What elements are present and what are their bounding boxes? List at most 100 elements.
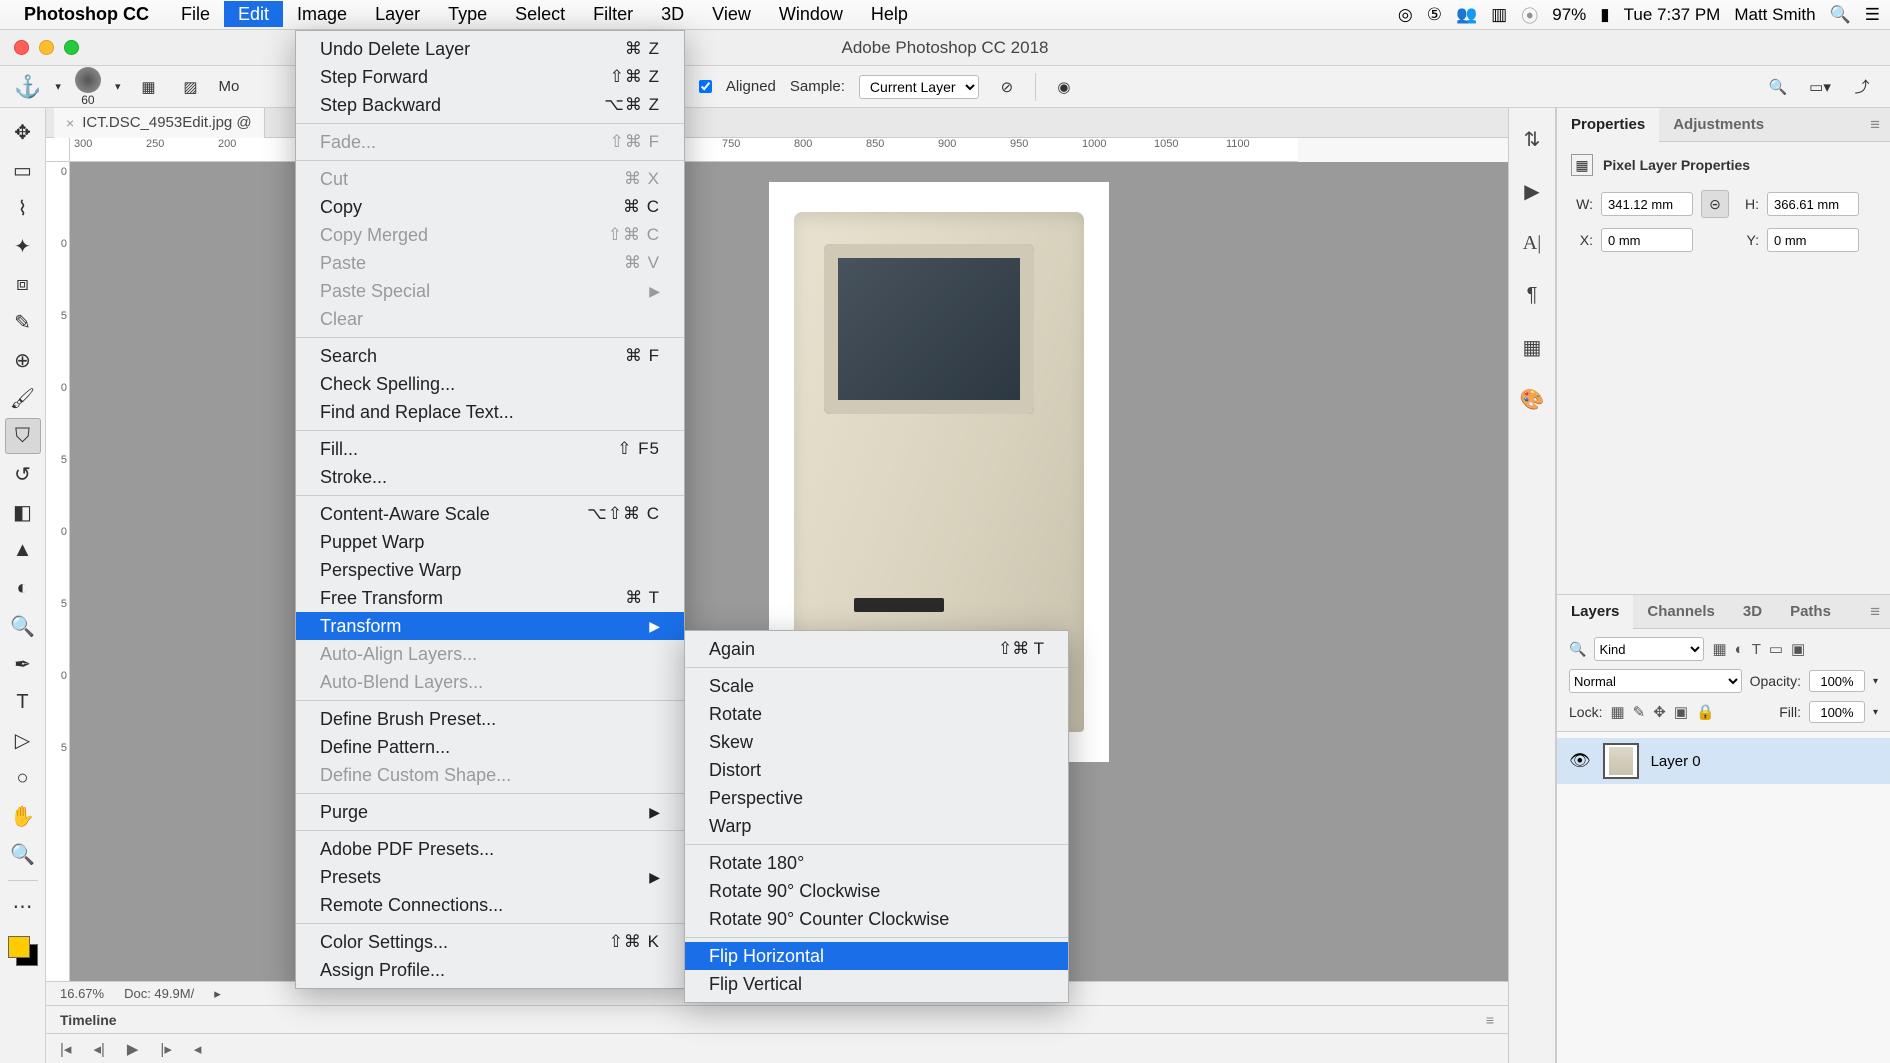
pen-tool[interactable]: ✒ — [5, 646, 41, 682]
filter-pixel-icon[interactable]: ▦ — [1712, 640, 1726, 658]
brush-settings-icon[interactable]: ▨ — [176, 73, 204, 101]
hand-tool[interactable]: ✋ — [5, 798, 41, 834]
sample-select[interactable]: Current Layer — [859, 75, 979, 99]
filter-adjust-icon[interactable]: ◐ — [1735, 641, 1744, 658]
edit-toolbar-icon[interactable]: ⋯ — [5, 888, 41, 924]
menu-view[interactable]: View — [698, 1, 765, 27]
x-input[interactable] — [1601, 228, 1693, 252]
close-tab-icon[interactable]: × — [66, 115, 74, 131]
menuitem-remote-connections-[interactable]: Remote Connections... — [296, 891, 684, 919]
clock[interactable]: Tue 7:37 PM — [1624, 5, 1721, 25]
creative-cloud-icon[interactable]: ◎ — [1398, 5, 1413, 25]
search-icon[interactable]: 🔍 — [1764, 73, 1792, 101]
brush-panel-icon[interactable]: ▦ — [134, 73, 162, 101]
healing-tool[interactable]: ⊕ — [5, 342, 41, 378]
menu-3d[interactable]: 3D — [647, 1, 698, 27]
menu-edit[interactable]: Edit — [224, 1, 283, 27]
menuitem-puppet-warp[interactable]: Puppet Warp — [296, 528, 684, 556]
clone-stamp-tool[interactable]: ⛉ — [5, 418, 41, 454]
menuitem-rotate[interactable]: Rotate — [685, 700, 1068, 728]
history-panel-icon[interactable]: ⇅ — [1519, 126, 1545, 152]
binoculars-icon[interactable]: 👥 — [1456, 5, 1477, 25]
link-wh-icon[interactable]: ⊝ — [1701, 190, 1729, 218]
last-frame-icon[interactable]: ◂ — [194, 1040, 202, 1058]
menu-image[interactable]: Image — [283, 1, 361, 27]
menuitem-transform[interactable]: Transform▶ — [296, 612, 684, 640]
actions-panel-icon[interactable]: ▶ — [1519, 178, 1545, 204]
user-name[interactable]: Matt Smith — [1734, 5, 1815, 25]
menuitem-rotate-90-counter-clockwise[interactable]: Rotate 90° Counter Clockwise — [685, 905, 1068, 933]
menuitem-purge[interactable]: Purge▶ — [296, 798, 684, 826]
menuitem-perspective[interactable]: Perspective — [685, 784, 1068, 812]
character-panel-icon[interactable]: A| — [1519, 230, 1545, 256]
menuitem-rotate-90-clockwise[interactable]: Rotate 90° Clockwise — [685, 877, 1068, 905]
menuitem-content-aware-scale[interactable]: Content-Aware Scale⌥⇧⌘ C — [296, 500, 684, 528]
share-icon[interactable]: ⤴ — [1848, 73, 1876, 101]
width-input[interactable] — [1601, 192, 1693, 216]
menuitem-flip-horizontal[interactable]: Flip Horizontal — [685, 942, 1068, 970]
menuitem-warp[interactable]: Warp — [685, 812, 1068, 840]
play-icon[interactable]: ▶ — [127, 1040, 139, 1058]
zoom-tool[interactable]: 🔍 — [5, 836, 41, 872]
lasso-tool[interactable]: ⌇ — [5, 190, 41, 226]
menuitem-color-settings-[interactable]: Color Settings...⇧⌘ K — [296, 928, 684, 956]
menuitem-check-spelling-[interactable]: Check Spelling... — [296, 370, 684, 398]
prev-frame-icon[interactable]: ◂| — [93, 1040, 104, 1058]
color-panel-icon[interactable]: 🎨 — [1519, 386, 1545, 412]
app-name[interactable]: Photoshop CC — [24, 4, 149, 25]
history-brush-tool[interactable]: ↺ — [5, 456, 41, 492]
layer-name[interactable]: Layer 0 — [1651, 753, 1701, 770]
menu-type[interactable]: Type — [434, 1, 501, 27]
opacity-input[interactable] — [1809, 670, 1865, 692]
lock-pixels-icon[interactable]: ✎ — [1633, 703, 1646, 721]
panel-menu-icon[interactable]: ≡ — [1860, 602, 1890, 622]
visibility-icon[interactable]: 👁 — [1569, 751, 1591, 771]
eyedropper-tool[interactable]: ✎ — [5, 304, 41, 340]
menuitem-again[interactable]: Again⇧⌘ T — [685, 635, 1068, 663]
menu-layer[interactable]: Layer — [361, 1, 434, 27]
height-input[interactable] — [1767, 192, 1859, 216]
menuitem-distort[interactable]: Distort — [685, 756, 1068, 784]
marquee-tool[interactable]: ▭ — [5, 152, 41, 188]
ignore-adjustment-icon[interactable]: ⊘ — [993, 73, 1021, 101]
menuitem-stroke-[interactable]: Stroke... — [296, 463, 684, 491]
menuitem-rotate-180-[interactable]: Rotate 180° — [685, 849, 1068, 877]
crop-tool[interactable]: ⧈ — [5, 266, 41, 302]
lock-all-icon[interactable]: 🔒 — [1696, 703, 1715, 721]
type-tool[interactable]: T — [5, 684, 41, 720]
brush-preview[interactable] — [75, 67, 101, 93]
menuitem-define-brush-preset-[interactable]: Define Brush Preset... — [296, 705, 684, 733]
menu-file[interactable]: File — [167, 1, 224, 27]
tab-channels[interactable]: Channels — [1633, 595, 1729, 629]
tab-paths[interactable]: Paths — [1776, 595, 1845, 629]
lock-position-icon[interactable]: ✥ — [1653, 703, 1666, 721]
path-select-tool[interactable]: ▷ — [5, 722, 41, 758]
document-tab[interactable]: × ICT.DSC_4953Edit.jpg @ — [54, 108, 265, 138]
filter-shape-icon[interactable]: ▭ — [1769, 640, 1783, 658]
menuitem-adobe-pdf-presets-[interactable]: Adobe PDF Presets... — [296, 835, 684, 863]
aligned-checkbox[interactable] — [699, 80, 712, 93]
menuitem-flip-vertical[interactable]: Flip Vertical — [685, 970, 1068, 998]
lock-transparency-icon[interactable]: ▦ — [1610, 703, 1624, 721]
tab-properties[interactable]: Properties — [1557, 108, 1659, 142]
tab-layers[interactable]: Layers — [1557, 595, 1633, 629]
spotlight-icon[interactable]: 🔍 — [1830, 5, 1851, 25]
gradient-tool[interactable]: ▲ — [5, 532, 41, 568]
battery-fill-icon[interactable]: ▮ — [1600, 5, 1609, 25]
y-input[interactable] — [1767, 228, 1859, 252]
menuitem-find-and-replace-text-[interactable]: Find and Replace Text... — [296, 398, 684, 426]
panel-menu-icon[interactable]: ≡ — [1860, 115, 1890, 135]
menuitem-fill-[interactable]: Fill...⇧ F5 — [296, 435, 684, 463]
eraser-tool[interactable]: ◧ — [5, 494, 41, 530]
next-frame-icon[interactable]: |▸ — [160, 1040, 171, 1058]
brush-tool[interactable]: 🖌 — [5, 380, 41, 416]
menu-select[interactable]: Select — [501, 1, 579, 27]
menuitem-undo-delete-layer[interactable]: Undo Delete Layer⌘ Z — [296, 35, 684, 63]
menu-help[interactable]: Help — [857, 1, 922, 27]
menuitem-perspective-warp[interactable]: Perspective Warp — [296, 556, 684, 584]
menuitem-copy[interactable]: Copy⌘ C — [296, 193, 684, 221]
menuitem-define-pattern-[interactable]: Define Pattern... — [296, 733, 684, 761]
shape-tool[interactable]: ○ — [5, 760, 41, 796]
battery-icon[interactable]: ▥ — [1491, 5, 1507, 25]
workspace-icon[interactable]: ▭▾ — [1806, 73, 1834, 101]
